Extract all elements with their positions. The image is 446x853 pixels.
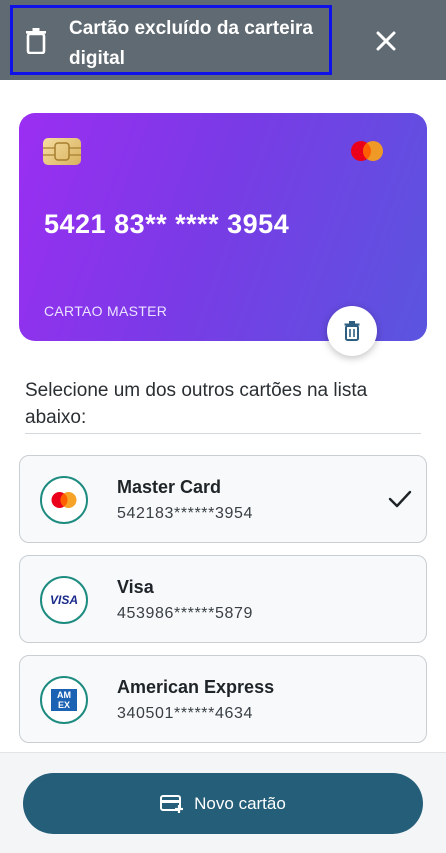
card-name: Visa — [117, 577, 154, 597]
amex-logo: AM EX — [51, 689, 77, 711]
toast-message: Cartão excluído da carteira digital — [69, 18, 313, 69]
visa-icon: VISA — [40, 576, 88, 624]
card-list-item-visa[interactable]: VISA Visa 453986******5879 — [19, 555, 427, 643]
toast-notification: Cartão excluído da carteira digital — [0, 0, 446, 80]
card-number: 340501******4634 — [117, 705, 253, 722]
mastercard-icon — [351, 141, 383, 161]
close-icon[interactable] — [372, 27, 400, 55]
trash-icon — [344, 321, 360, 341]
card-number: 542183******3954 — [117, 505, 253, 522]
card-holder-name: CARTAO MASTER — [44, 303, 168, 319]
card-list-item-amex[interactable]: AM EX American Express 340501******4634 — [19, 655, 427, 743]
card-list-item-mastercard[interactable]: Master Card 542183******3954 — [19, 455, 427, 543]
chip-icon — [43, 138, 81, 165]
checkmark-icon — [388, 490, 412, 508]
add-card-icon — [160, 794, 184, 813]
card-number: 453986******5879 — [117, 605, 253, 622]
card-name: American Express — [117, 677, 275, 697]
card-number: 5421 83** **** 3954 — [44, 209, 290, 239]
list-instruction: Selecione um dos outros cartões na lista… — [25, 380, 368, 428]
amex-icon: AM EX — [40, 676, 88, 724]
delete-card-button[interactable] — [327, 306, 377, 356]
new-card-button[interactable]: Novo cartão — [23, 773, 423, 834]
card-name: Master Card — [117, 477, 222, 497]
footer: Novo cartão — [0, 752, 446, 853]
mastercard-icon — [40, 476, 88, 524]
selected-credit-card: 5421 83** **** 3954 CARTAO MASTER — [19, 113, 427, 356]
divider — [25, 433, 421, 434]
visa-logo: VISA — [49, 593, 78, 607]
new-card-label: Novo cartão — [194, 793, 286, 813]
trash-icon — [26, 28, 46, 54]
toast-highlight: Cartão excluído da carteira digital — [10, 5, 332, 75]
